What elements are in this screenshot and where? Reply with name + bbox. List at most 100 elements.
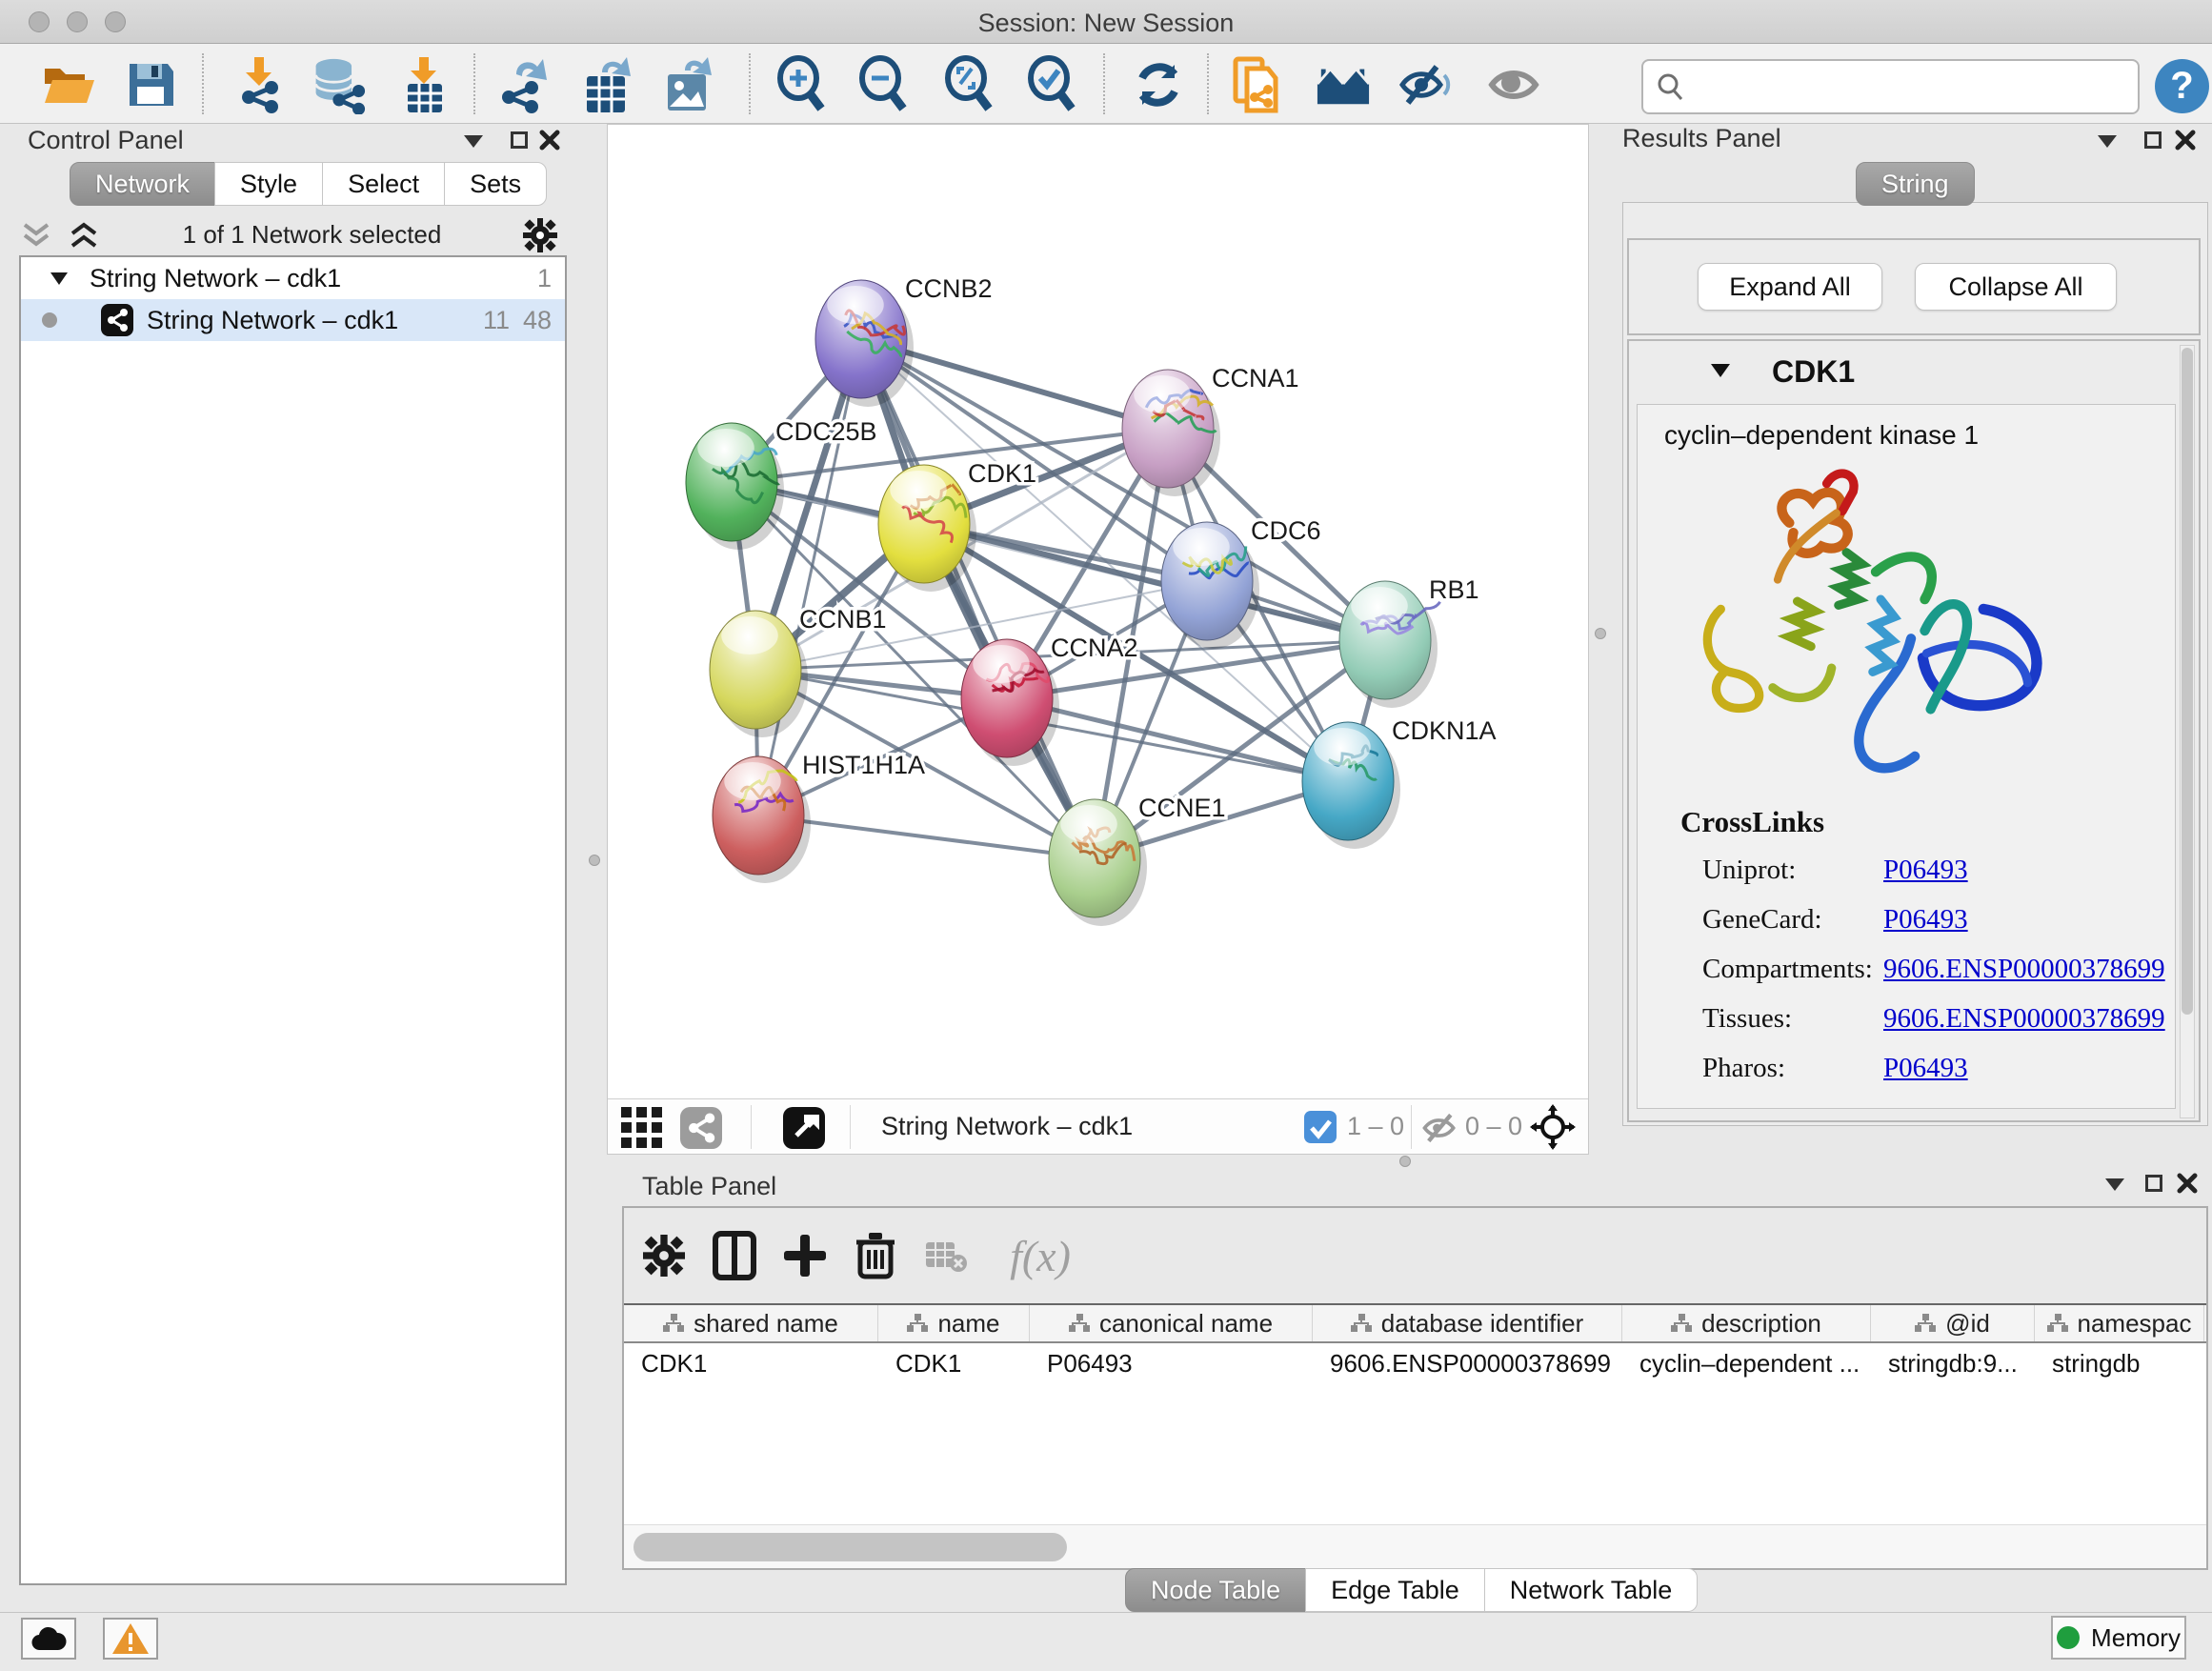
edge-CCNB2-HIST1H1A[interactable]: [758, 339, 861, 815]
crosslink-link[interactable]: 9606.ENSP00000378699: [1883, 1003, 2165, 1035]
table-panel-close-icon[interactable]: [2177, 1173, 2198, 1194]
import-network-from-database-icon[interactable]: [311, 57, 366, 112]
collapse-all-icon[interactable]: [19, 221, 53, 250]
selected-nodes-checkbox-icon[interactable]: [1304, 1111, 1337, 1143]
node-RB1[interactable]: RB1: [1339, 575, 1479, 708]
expand-all-icon[interactable]: [67, 221, 101, 250]
column-header-database-identifier[interactable]: database identifier: [1313, 1305, 1622, 1341]
node-CCNE1[interactable]: CCNE1: [1049, 794, 1226, 926]
results-panel-maximize-icon[interactable]: [2144, 131, 2162, 149]
warnings-button[interactable]: [103, 1618, 158, 1660]
help-button[interactable]: ?: [2155, 59, 2209, 113]
add-column-plus-icon[interactable]: [774, 1225, 835, 1286]
network-share-toggle-icon[interactable]: [680, 1107, 722, 1149]
control-panel-close-icon[interactable]: [539, 130, 560, 151]
search-icon: [1657, 72, 1685, 101]
right-splitter-handle[interactable]: [1595, 628, 1606, 639]
node-CCNA1[interactable]: CCNA1: [1122, 364, 1299, 496]
tab-node-table[interactable]: Node Table: [1125, 1568, 1306, 1612]
node-CDKN1A[interactable]: CDKN1A: [1302, 716, 1497, 849]
grid-view-icon[interactable]: [621, 1107, 663, 1149]
export-image-icon[interactable]: [660, 57, 715, 112]
table-toolbar: f(x): [624, 1208, 2206, 1303]
import-network-icon[interactable]: [231, 57, 287, 112]
column-header-shared-name[interactable]: shared name: [624, 1305, 878, 1341]
open-session-icon[interactable]: [41, 57, 96, 112]
table-cell[interactable]: stringdb:9...: [1871, 1343, 2035, 1383]
bottom-splitter-handle[interactable]: [1399, 1156, 1411, 1167]
hide-glass-eye-slash-icon[interactable]: [1398, 57, 1454, 112]
cloud-icon: [30, 1626, 67, 1651]
collapse-all-button[interactable]: Collapse All: [1915, 263, 2117, 311]
node-CDC25B[interactable]: CDC25B: [686, 417, 877, 550]
zoom-out-icon[interactable]: [855, 57, 911, 112]
zoom-in-icon[interactable]: [774, 57, 829, 112]
results-scrollbar[interactable]: [2180, 345, 2195, 1118]
expand-all-button[interactable]: Expand All: [1698, 263, 1882, 311]
node-CDK1[interactable]: CDK1: [878, 459, 1036, 592]
table-cell[interactable]: cyclin–dependent ...: [1622, 1343, 1871, 1383]
detach-view-icon[interactable]: [783, 1107, 825, 1149]
table-panel-float-icon[interactable]: [2104, 1177, 2125, 1192]
network-tree-child-row[interactable]: String Network – cdk1 11 48: [21, 299, 565, 341]
table-panel-maximize-icon[interactable]: [2145, 1175, 2162, 1192]
results-panel-close-icon[interactable]: [2175, 130, 2196, 151]
tree-collapse-triangle-icon[interactable]: [50, 271, 69, 286]
node-HIST1H1A[interactable]: HIST1H1A: [713, 751, 925, 883]
results-panel-float-icon[interactable]: [2097, 133, 2118, 149]
birds-eye-view-icon[interactable]: [1530, 1104, 1576, 1150]
network-options-gear-icon[interactable]: [523, 218, 557, 252]
show-columns-icon[interactable]: [704, 1225, 765, 1286]
export-network-icon[interactable]: [495, 57, 551, 112]
zoom-fit-icon[interactable]: [941, 57, 996, 112]
save-session-icon[interactable]: [123, 57, 178, 112]
table-scrollbar-thumb[interactable]: [633, 1533, 1067, 1561]
export-table-icon[interactable]: [579, 57, 634, 112]
table-cell[interactable]: CDK1: [878, 1343, 1030, 1383]
table-cell[interactable]: stringdb: [2035, 1343, 2204, 1383]
column-header-canonical-name[interactable]: canonical name: [1030, 1305, 1313, 1341]
search-input[interactable]: [1685, 72, 2104, 102]
table-horizontal-scrollbar[interactable]: [624, 1524, 2206, 1568]
delete-column-trash-icon[interactable]: [845, 1225, 906, 1286]
table-row[interactable]: CDK1CDK1P064939606.ENSP00000378699cyclin…: [624, 1343, 2206, 1383]
stringify-houses-icon[interactable]: [1316, 57, 1371, 112]
memory-button[interactable]: Memory: [2051, 1616, 2186, 1660]
tab-style[interactable]: Style: [214, 162, 323, 206]
zoom-selected-icon[interactable]: [1024, 57, 1079, 112]
cloud-status-button[interactable]: [21, 1618, 76, 1660]
copy-style-documents-icon[interactable]: [1228, 57, 1283, 112]
control-panel-float-icon[interactable]: [463, 133, 484, 149]
node-CCNB2[interactable]: CCNB2: [815, 274, 993, 407]
column-header-namespac[interactable]: namespac: [2035, 1305, 2204, 1341]
edge-CCNB2-CCNE1[interactable]: [861, 339, 1095, 858]
node-CDC6[interactable]: CDC6: [1161, 516, 1321, 649]
network-tree-root-row[interactable]: String Network – cdk1 1: [21, 257, 565, 299]
column-header-@id[interactable]: @id: [1871, 1305, 2035, 1341]
results-scrollbar-thumb[interactable]: [2182, 348, 2193, 1015]
gene-section-header[interactable]: CDK1: [1629, 341, 2199, 402]
tab-network[interactable]: Network: [70, 162, 215, 206]
control-panel-maximize-icon[interactable]: [511, 131, 528, 149]
table-cell[interactable]: P06493: [1030, 1343, 1313, 1383]
column-header-name[interactable]: name: [878, 1305, 1030, 1341]
table-settings-gear-icon[interactable]: [633, 1225, 694, 1286]
crosslink-link[interactable]: P06493: [1883, 904, 1968, 936]
crosslink-link[interactable]: 9606.ENSP00000378699: [1883, 954, 2165, 985]
network-canvas[interactable]: CCNB2CCNA1CDC25BCDK1CDC6RB1CCNB1CCNA2CDK…: [608, 125, 1588, 1098]
refresh-icon[interactable]: [1131, 57, 1186, 112]
toolbar-search-field[interactable]: [1641, 59, 2140, 114]
import-table-icon[interactable]: [396, 57, 452, 112]
crosslink-link[interactable]: P06493: [1883, 1053, 1968, 1084]
gene-collapse-triangle-icon[interactable]: [1710, 362, 1731, 378]
tab-string[interactable]: String: [1856, 162, 1975, 206]
table-cell[interactable]: 9606.ENSP00000378699: [1313, 1343, 1622, 1383]
crosslink-link[interactable]: P06493: [1883, 855, 1968, 886]
table-cell[interactable]: CDK1: [624, 1343, 878, 1383]
tab-sets[interactable]: Sets: [444, 162, 547, 206]
tab-network-table[interactable]: Network Table: [1484, 1568, 1699, 1612]
tab-edge-table[interactable]: Edge Table: [1305, 1568, 1485, 1612]
column-header-description[interactable]: description: [1622, 1305, 1871, 1341]
tab-select[interactable]: Select: [322, 162, 445, 206]
left-splitter-handle[interactable]: [589, 855, 600, 866]
